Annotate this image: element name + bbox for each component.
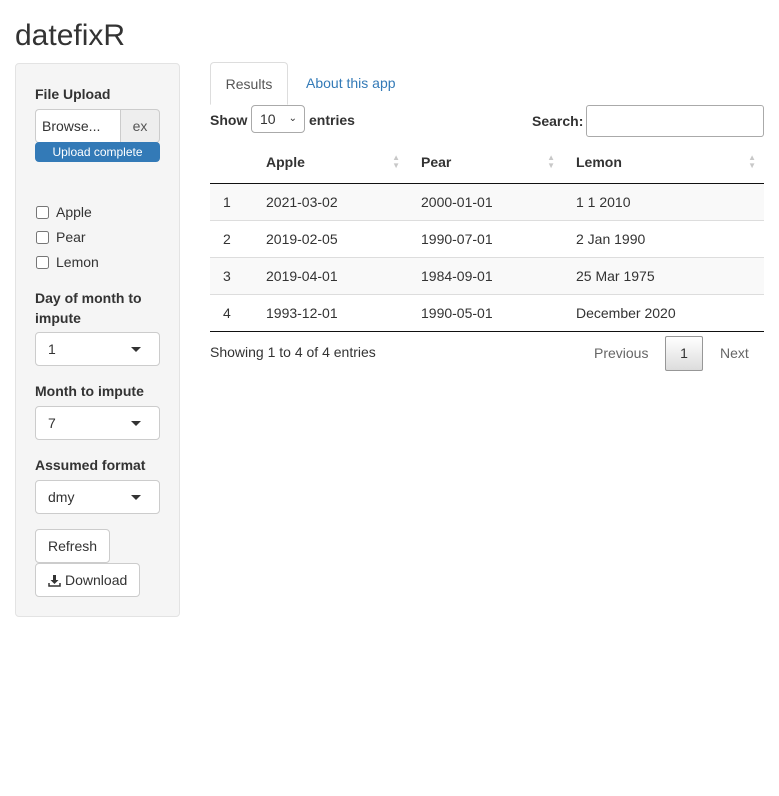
table-cell: 3 (210, 256, 253, 294)
browse-button[interactable]: Browse... (35, 109, 120, 143)
month-impute-select[interactable]: 7 (35, 406, 160, 440)
page-button-1[interactable]: 1 (665, 336, 703, 371)
table-cell: 1 (223, 193, 231, 210)
upload-progress-bar: Upload complete (35, 142, 160, 162)
table-cell: 2021-03-02 (266, 193, 338, 210)
table-cell: 25 Mar 1975 (563, 256, 764, 294)
lemon-checkbox-label: Lemon (56, 254, 99, 270)
table-row[interactable]: 2 2019-02-05 1990-07-01 2 Jan 1990 (210, 219, 764, 257)
table-cell: 2 Jan 1990 (563, 219, 764, 257)
search-label: Search: (532, 113, 584, 129)
table-cell: 1990-07-01 (408, 219, 563, 257)
entries-label: entries (309, 112, 355, 128)
header-apple[interactable]: Apple ▲ ▼ (253, 142, 408, 184)
previous-page-button[interactable]: Previous (594, 345, 648, 361)
chevron-down-icon: ⌄ (288, 113, 297, 124)
table-info: Showing 1 to 4 of 4 entries (210, 344, 376, 360)
sort-arrows-icon: ▲ ▼ (748, 153, 756, 170)
entries-length-value: 10 (260, 111, 276, 127)
day-impute-label: Day of month to impute (35, 290, 142, 326)
table-row[interactable]: 3 2019-04-01 1984-09-01 25 Mar 1975 (210, 256, 764, 294)
day-impute-value: 1 (48, 341, 56, 357)
table-cell: 4 (210, 293, 253, 332)
next-page-button[interactable]: Next (720, 345, 749, 361)
file-upload-label: File Upload (35, 86, 111, 102)
table-cell: 1990-05-01 (408, 293, 563, 332)
assumed-format-select[interactable]: dmy (35, 480, 160, 514)
file-upload-control: Browse... ex (35, 109, 160, 143)
month-impute-value: 7 (48, 415, 56, 431)
pear-checkbox-label: Pear (56, 229, 86, 245)
table-cell: 2 (210, 219, 253, 257)
download-icon (48, 574, 61, 587)
tab-about[interactable]: About this app (306, 62, 396, 104)
assumed-format-value: dmy (48, 489, 75, 505)
results-table: Apple ▲ ▼ Pear ▲ ▼ Lemon ▲ ▼ 1 2021-03-02 2… (210, 142, 764, 332)
header-pear[interactable]: Pear ▲ ▼ (408, 142, 563, 184)
header-lemon[interactable]: Lemon ▲ ▼ (563, 142, 764, 184)
chevron-down-icon (131, 347, 141, 352)
lemon-checkbox[interactable] (36, 255, 49, 269)
column-checkbox-apple[interactable]: Apple (35, 202, 92, 222)
download-button-label: Download (65, 572, 128, 588)
table-header-row: Apple ▲ ▼ Pear ▲ ▼ Lemon ▲ ▼ (210, 142, 764, 184)
download-button[interactable]: Download (35, 563, 141, 597)
entries-length-select[interactable]: 10 ⌄ (251, 105, 305, 133)
column-checkbox-lemon[interactable]: Lemon (35, 252, 99, 272)
search-input[interactable] (586, 105, 764, 137)
sort-arrows-icon: ▲ ▼ (547, 153, 555, 170)
table-cell: 1993-12-01 (253, 293, 408, 332)
table-cell: December 2020 (563, 293, 764, 332)
table-cell: 1 1 2010 (576, 193, 631, 210)
show-label: Show (210, 112, 248, 128)
table-cell: 2019-04-01 (253, 256, 408, 294)
header-index[interactable] (210, 142, 253, 184)
sidebar-panel: File Upload Browse... ex Upload complete… (15, 63, 180, 617)
sort-arrows-icon: ▲ ▼ (392, 153, 400, 170)
assumed-format-label: Assumed format (35, 457, 146, 473)
column-checkbox-pear[interactable]: Pear (35, 227, 86, 247)
tab-results[interactable]: Results (210, 62, 288, 105)
table-row[interactable]: 4 1993-12-01 1990-05-01 December 2020 (210, 293, 764, 332)
file-name-field[interactable]: ex (120, 109, 160, 143)
table-cell: 1984-09-01 (408, 256, 563, 294)
table-cell: 2000-01-01 (421, 193, 493, 210)
pear-checkbox[interactable] (36, 230, 49, 244)
apple-checkbox-label: Apple (56, 204, 92, 220)
chevron-down-icon (131, 495, 141, 500)
apple-checkbox[interactable] (36, 205, 49, 219)
day-impute-select[interactable]: 1 (35, 332, 160, 366)
chevron-down-icon (131, 421, 141, 426)
table-row[interactable]: 1 2021-03-02 2000-01-01 1 1 2010 (210, 183, 764, 220)
month-impute-label: Month to impute (35, 383, 144, 399)
table-cell: 2019-02-05 (253, 219, 408, 257)
app-title: datefixR (15, 19, 126, 52)
refresh-button[interactable]: Refresh (35, 529, 111, 563)
refresh-button-label: Refresh (48, 538, 98, 554)
tab-bar: Results About this app (210, 62, 764, 105)
